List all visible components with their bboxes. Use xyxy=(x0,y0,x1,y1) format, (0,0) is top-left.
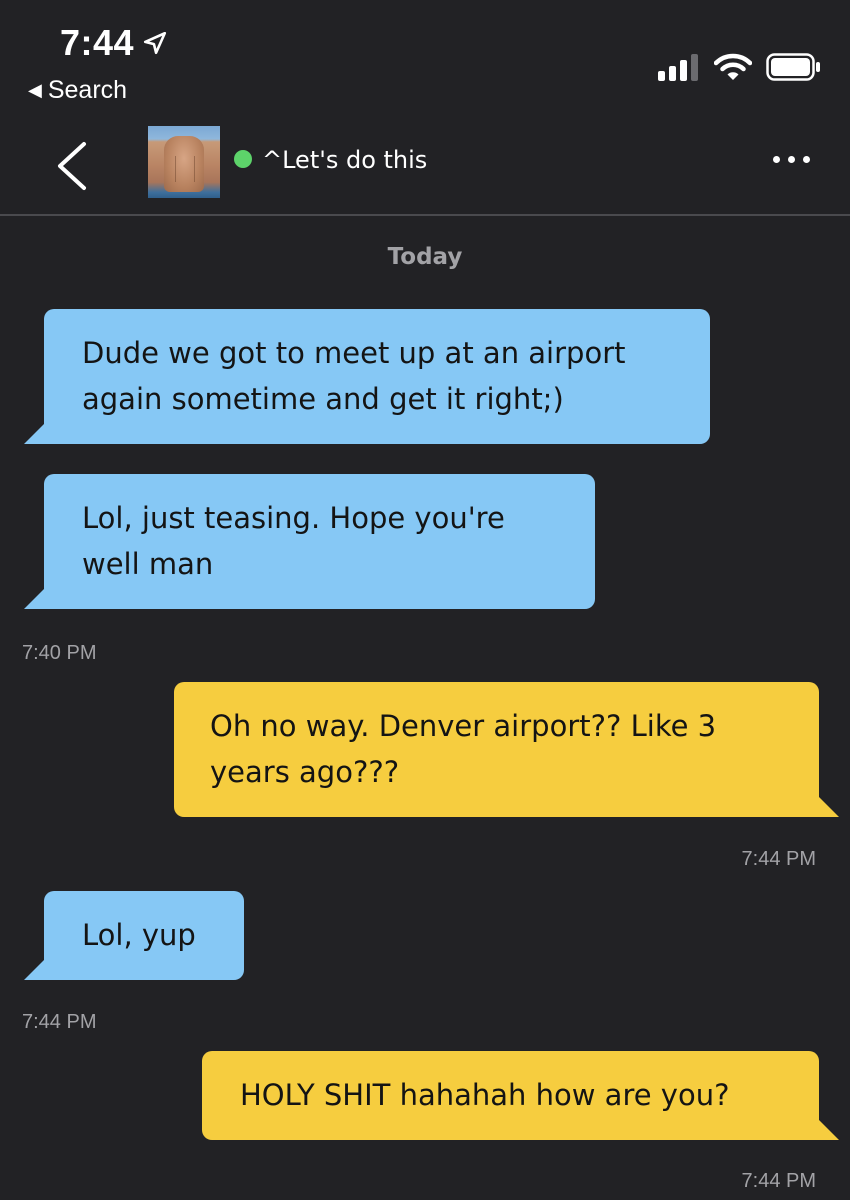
back-chevron-icon[interactable] xyxy=(52,140,92,192)
message-bubble-incoming[interactable]: Dude we got to meet up at an airport aga… xyxy=(24,309,710,444)
dot xyxy=(788,156,795,163)
status-icons xyxy=(658,52,822,82)
chat-header: ^Let's do this xyxy=(0,120,850,216)
back-to-search-link[interactable]: ◀ Search xyxy=(28,76,127,105)
message-line: again sometime and get it right;) xyxy=(82,382,564,416)
back-triangle-icon: ◀ xyxy=(28,80,42,100)
back-to-search-label: Search xyxy=(47,76,128,104)
dot xyxy=(773,156,780,163)
online-status-dot xyxy=(234,150,252,168)
status-bar-time: 7:44 xyxy=(60,22,168,64)
battery-icon xyxy=(766,53,820,81)
message-timestamp: 7:44 PM xyxy=(22,1011,97,1033)
message-timestamp: 7:44 PM xyxy=(741,1170,816,1192)
cellular-signal-icon xyxy=(658,54,698,81)
message-bubble-outgoing[interactable]: HOLY SHIT hahahah how are you? xyxy=(202,1051,839,1140)
wifi-icon xyxy=(714,53,752,80)
date-separator: Today xyxy=(387,244,463,270)
message-timestamp: 7:40 PM xyxy=(22,642,97,664)
message-bubble-outgoing[interactable]: Oh no way. Denver airport?? Like 3 years… xyxy=(174,682,839,817)
message-line: Dude we got to meet up at an airport xyxy=(82,336,626,370)
avatar-photo-detail xyxy=(175,156,195,182)
contact-name[interactable]: ^Let's do this xyxy=(262,146,427,174)
message-line: Lol, just teasing. Hope you're xyxy=(82,501,505,535)
message-line: Lol, yup xyxy=(82,918,196,952)
message-timestamp: 7:44 PM xyxy=(741,848,816,870)
message-line: Oh no way. Denver airport?? Like 3 xyxy=(210,709,717,743)
dot xyxy=(803,156,810,163)
location-arrow-icon xyxy=(144,31,167,55)
more-options-icon[interactable] xyxy=(773,156,810,163)
status-time-text: 7:44 xyxy=(60,22,135,63)
message-bubble-incoming[interactable]: Lol, just teasing. Hope you're well man xyxy=(24,474,595,609)
message-line: well man xyxy=(82,547,214,581)
message-line: years ago??? xyxy=(210,755,400,789)
contact-avatar[interactable] xyxy=(148,126,220,198)
message-line: HOLY SHIT hahahah how are you? xyxy=(240,1078,730,1112)
message-bubble-incoming[interactable]: Lol, yup xyxy=(24,891,244,980)
